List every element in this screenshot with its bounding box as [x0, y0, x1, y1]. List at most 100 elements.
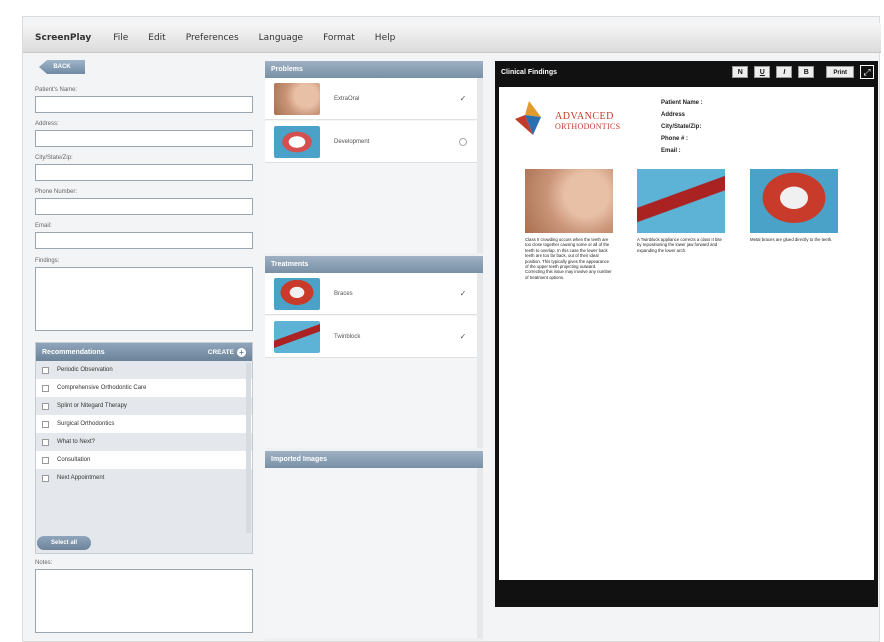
email-label: Email:	[35, 223, 52, 229]
recommendation-item[interactable]: Next Appointment	[36, 469, 252, 487]
teeth-model-thumb	[274, 125, 320, 158]
logo-line1: ADVANCED	[555, 111, 614, 122]
phone-number-label: Phone Number:	[35, 189, 78, 195]
expand-icon[interactable]: ⤢	[860, 65, 874, 79]
report-page: ADVANCED ORTHODONTICS Patient Name : Add…	[499, 87, 874, 587]
back-button[interactable]: BACK	[39, 60, 85, 74]
notes-textarea[interactable]	[35, 569, 253, 633]
recommendations-title: Recommendations	[42, 348, 105, 356]
recommendation-label: Consultation	[57, 457, 91, 463]
braces-thumb	[274, 277, 320, 310]
menu-preferences[interactable]: Preferences	[186, 33, 239, 43]
checkbox[interactable]	[42, 420, 49, 428]
report-frame: ADVANCED ORTHODONTICS Patient Name : Add…	[495, 83, 878, 607]
city-state-zip-field[interactable]	[35, 164, 253, 181]
menu-language[interactable]: Language	[259, 33, 303, 43]
checkbox[interactable]	[42, 402, 49, 410]
email-field-label: Email :	[661, 148, 681, 154]
report-toolbar: Clinical Findings N U I B Print ⤢	[495, 61, 878, 83]
imported-images-scrollbar[interactable]	[477, 468, 483, 638]
treatments-header: Treatments	[265, 256, 483, 273]
finding-caption: Class II crowding occurs when the teeth …	[525, 237, 612, 280]
imported-images-header: Imported Images	[265, 451, 483, 468]
problem-item-development[interactable]: Development	[265, 121, 483, 163]
braces-image	[750, 169, 838, 233]
problems-header: Problems	[265, 61, 483, 78]
treatment-label: Twinblock	[334, 333, 361, 340]
recommendations-scrollbar[interactable]	[246, 363, 251, 533]
imported-images-list	[265, 468, 483, 638]
checkmark-icon[interactable]: ✓	[459, 332, 467, 341]
menu-format[interactable]: Format	[323, 33, 355, 43]
menu-edit[interactable]: Edit	[148, 33, 165, 43]
underline-button[interactable]: U	[754, 66, 771, 78]
finding-caption: Metal braces are glued directly to the t…	[750, 237, 833, 242]
finding-card-twinblock: A Twinblock appliance corrects a class I…	[637, 169, 725, 253]
finding-card-braces: Metal braces are glued directly to the t…	[750, 169, 838, 242]
checkmark-icon[interactable]: ✓	[459, 289, 467, 298]
recommendation-item[interactable]: Comprehensive Orthodontic Care	[36, 379, 252, 397]
treatment-item-twinblock[interactable]: Twinblock ✓	[265, 316, 483, 358]
recommendations-header: Recommendations CREATE +	[36, 343, 252, 361]
menu-file[interactable]: File	[113, 33, 128, 43]
email-field[interactable]	[35, 232, 253, 249]
patient-name-field-label: Patient Name :	[661, 100, 703, 106]
patient-name-field[interactable]	[35, 96, 253, 113]
face-profile-thumb	[274, 82, 320, 115]
address-label: Address:	[35, 121, 59, 127]
findings-label: Findings:	[35, 258, 60, 264]
treatments-scrollbar[interactable]	[477, 273, 483, 448]
treatment-label: Braces	[334, 290, 353, 297]
treatment-item-braces[interactable]: Braces ✓	[265, 273, 483, 315]
checkmark-icon[interactable]: ✓	[459, 94, 467, 103]
recommendation-label: What to Next?	[57, 439, 96, 445]
twinblock-thumb	[274, 320, 320, 353]
menu-help[interactable]: Help	[375, 33, 396, 43]
logo-line2: ORTHODONTICS	[555, 122, 621, 131]
recommendation-item[interactable]: Consultation	[36, 451, 252, 469]
practice-logo: ADVANCED ORTHODONTICS	[511, 99, 631, 139]
create-label: CREATE	[207, 348, 234, 356]
app-window: ScreenPlay File Edit Preferences Languag…	[22, 16, 881, 642]
checkbox[interactable]	[42, 384, 49, 392]
recommendation-item[interactable]: Splint or Nitegard Therapy	[36, 397, 252, 415]
problems-scrollbar[interactable]	[477, 78, 483, 253]
address-field[interactable]	[35, 130, 253, 147]
recommendation-item[interactable]: What to Next?	[36, 433, 252, 451]
report-footer-bar	[495, 580, 878, 607]
address-field-label: Address	[661, 112, 686, 118]
patient-info-block: Patient Name : Address City/State/Zip: P…	[661, 97, 703, 157]
problem-label: ExtraOral	[334, 95, 360, 102]
recommendations-panel: Recommendations CREATE + Periodic Observ…	[35, 342, 253, 554]
recommendation-item[interactable]: Periodic Observation	[36, 361, 252, 379]
italic-button[interactable]: I	[776, 66, 793, 78]
report-title: Clinical Findings	[501, 68, 558, 76]
menubar: ScreenPlay File Edit Preferences Languag…	[23, 23, 881, 53]
recommendation-label: Next Appointment	[57, 475, 105, 481]
recommendation-label: Splint or Nitegard Therapy	[57, 403, 127, 409]
phone-number-field[interactable]	[35, 198, 253, 215]
normal-text-button[interactable]: N	[732, 66, 749, 78]
twinblock-image	[637, 169, 725, 233]
finding-caption: A Twinblock appliance corrects a class I…	[637, 237, 722, 253]
menu-app-screenplay[interactable]: ScreenPlay	[35, 33, 91, 43]
checkbox[interactable]	[42, 366, 49, 374]
patient-name-label: Patient's Name:	[35, 87, 78, 93]
select-all-button[interactable]: Select all	[37, 536, 91, 550]
checkbox[interactable]	[42, 456, 49, 464]
recommendation-label: Periodic Observation	[57, 367, 113, 373]
create-recommendation-button[interactable]: CREATE +	[207, 347, 246, 357]
recommendation-label: Surgical Orthodontics	[57, 421, 115, 427]
recommendation-label: Comprehensive Orthodontic Care	[57, 385, 147, 391]
problem-item-extraoral[interactable]: ExtraOral ✓	[265, 78, 483, 120]
media-panel: Problems ExtraOral ✓ Development Treatme…	[265, 61, 483, 641]
print-button[interactable]: Print	[826, 66, 854, 78]
bold-button[interactable]: B	[798, 66, 815, 78]
notes-label: Notes:	[35, 560, 53, 566]
findings-textarea[interactable]	[35, 267, 253, 331]
checkbox[interactable]	[42, 474, 49, 482]
unchecked-icon[interactable]	[459, 137, 467, 146]
finding-card-extraoral: Class II crowding occurs when the teeth …	[525, 169, 613, 280]
recommendation-item[interactable]: Surgical Orthodontics	[36, 415, 252, 433]
checkbox[interactable]	[42, 438, 49, 446]
